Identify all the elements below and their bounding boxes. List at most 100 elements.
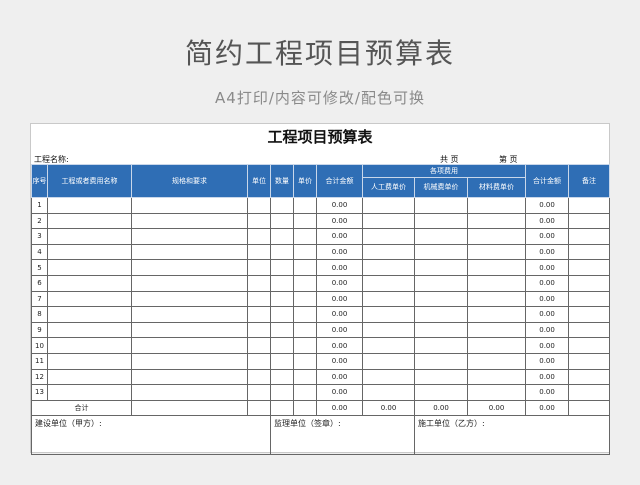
- sum-remark-cell[interactable]: [568, 399, 611, 417]
- row-name-cell[interactable]: [47, 243, 132, 261]
- row-labor-cell[interactable]: [362, 228, 415, 245]
- row-unit-cell[interactable]: [247, 228, 271, 245]
- row-material-cell[interactable]: [466, 212, 527, 230]
- row-price-cell[interactable]: [293, 243, 317, 261]
- row-remark-cell[interactable]: [568, 321, 611, 339]
- row-qty-cell[interactable]: [270, 321, 294, 339]
- row-unit-cell[interactable]: [247, 352, 271, 370]
- row-name-cell[interactable]: [47, 368, 132, 386]
- row-labor-cell[interactable]: [362, 212, 415, 230]
- row-labor-cell[interactable]: [362, 306, 415, 323]
- row-labor-cell[interactable]: [362, 274, 415, 292]
- row-remark-cell[interactable]: [568, 337, 611, 354]
- row-machine-cell[interactable]: [414, 306, 468, 323]
- row-material-cell[interactable]: [466, 274, 527, 292]
- signature-supervisor[interactable]: 监理单位（签章）:: [270, 415, 415, 456]
- row-name-cell[interactable]: [47, 337, 132, 354]
- row-qty-cell[interactable]: [270, 368, 294, 386]
- row-qty-cell[interactable]: [270, 274, 294, 292]
- row-qty-cell[interactable]: [270, 243, 294, 261]
- row-qty-cell[interactable]: [270, 352, 294, 370]
- row-spec-cell[interactable]: [131, 212, 248, 230]
- row-name-cell[interactable]: [47, 274, 132, 292]
- row-name-cell[interactable]: [47, 352, 132, 370]
- row-labor-cell[interactable]: [362, 337, 415, 354]
- row-name-cell[interactable]: [47, 212, 132, 230]
- row-unit-cell[interactable]: [247, 384, 271, 401]
- row-spec-cell[interactable]: [131, 274, 248, 292]
- row-spec-cell[interactable]: [131, 197, 248, 214]
- row-machine-cell[interactable]: [414, 243, 468, 261]
- row-spec-cell[interactable]: [131, 243, 248, 261]
- row-price-cell[interactable]: [293, 368, 317, 386]
- row-machine-cell[interactable]: [414, 290, 468, 308]
- row-machine-cell[interactable]: [414, 228, 468, 245]
- row-unit-cell[interactable]: [247, 212, 271, 230]
- row-qty-cell[interactable]: [270, 212, 294, 230]
- row-machine-cell[interactable]: [414, 274, 468, 292]
- row-name-cell[interactable]: [47, 321, 132, 339]
- row-spec-cell[interactable]: [131, 259, 248, 276]
- row-material-cell[interactable]: [466, 228, 527, 245]
- row-material-cell[interactable]: [466, 259, 527, 276]
- row-qty-cell[interactable]: [270, 384, 294, 401]
- sum-price-cell[interactable]: [293, 399, 317, 417]
- row-unit-cell[interactable]: [247, 274, 271, 292]
- row-labor-cell[interactable]: [362, 259, 415, 276]
- row-name-cell[interactable]: [47, 290, 132, 308]
- sum-qty-cell[interactable]: [270, 399, 294, 417]
- row-spec-cell[interactable]: [131, 337, 248, 354]
- row-spec-cell[interactable]: [131, 384, 248, 401]
- row-machine-cell[interactable]: [414, 197, 468, 214]
- row-spec-cell[interactable]: [131, 352, 248, 370]
- row-spec-cell[interactable]: [131, 306, 248, 323]
- row-unit-cell[interactable]: [247, 306, 271, 323]
- row-remark-cell[interactable]: [568, 243, 611, 261]
- row-spec-cell[interactable]: [131, 321, 248, 339]
- row-material-cell[interactable]: [466, 368, 527, 386]
- row-remark-cell[interactable]: [568, 306, 611, 323]
- row-qty-cell[interactable]: [270, 259, 294, 276]
- signature-builder[interactable]: 建设单位（甲方）:: [31, 415, 271, 456]
- row-name-cell[interactable]: [47, 197, 132, 214]
- row-price-cell[interactable]: [293, 274, 317, 292]
- row-price-cell[interactable]: [293, 321, 317, 339]
- row-price-cell[interactable]: [293, 228, 317, 245]
- row-remark-cell[interactable]: [568, 368, 611, 386]
- row-material-cell[interactable]: [466, 384, 527, 401]
- row-material-cell[interactable]: [466, 321, 527, 339]
- row-remark-cell[interactable]: [568, 290, 611, 308]
- row-remark-cell[interactable]: [568, 212, 611, 230]
- row-labor-cell[interactable]: [362, 384, 415, 401]
- row-labor-cell[interactable]: [362, 352, 415, 370]
- row-remark-cell[interactable]: [568, 384, 611, 401]
- row-labor-cell[interactable]: [362, 197, 415, 214]
- row-labor-cell[interactable]: [362, 368, 415, 386]
- row-qty-cell[interactable]: [270, 337, 294, 354]
- row-material-cell[interactable]: [466, 243, 527, 261]
- row-price-cell[interactable]: [293, 197, 317, 214]
- row-name-cell[interactable]: [47, 259, 132, 276]
- row-remark-cell[interactable]: [568, 228, 611, 245]
- row-machine-cell[interactable]: [414, 212, 468, 230]
- row-machine-cell[interactable]: [414, 337, 468, 354]
- row-unit-cell[interactable]: [247, 259, 271, 276]
- row-unit-cell[interactable]: [247, 197, 271, 214]
- row-machine-cell[interactable]: [414, 352, 468, 370]
- row-unit-cell[interactable]: [247, 337, 271, 354]
- row-material-cell[interactable]: [466, 352, 527, 370]
- row-unit-cell[interactable]: [247, 290, 271, 308]
- row-remark-cell[interactable]: [568, 274, 611, 292]
- row-unit-cell[interactable]: [247, 321, 271, 339]
- row-name-cell[interactable]: [47, 306, 132, 323]
- row-price-cell[interactable]: [293, 352, 317, 370]
- row-qty-cell[interactable]: [270, 197, 294, 214]
- row-spec-cell[interactable]: [131, 228, 248, 245]
- row-machine-cell[interactable]: [414, 321, 468, 339]
- row-remark-cell[interactable]: [568, 352, 611, 370]
- sum-spec-cell[interactable]: [131, 399, 248, 417]
- row-unit-cell[interactable]: [247, 243, 271, 261]
- row-price-cell[interactable]: [293, 259, 317, 276]
- row-price-cell[interactable]: [293, 384, 317, 401]
- row-qty-cell[interactable]: [270, 290, 294, 308]
